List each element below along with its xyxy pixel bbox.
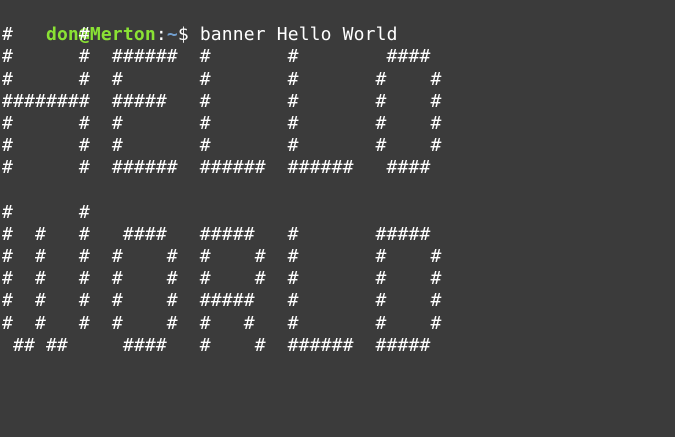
prompt-path: ~	[166, 24, 178, 46]
output-line: # # ###### ###### ###### ####	[2, 157, 431, 179]
command-text: banner Hello World	[199, 24, 398, 46]
output-line: # #	[2, 201, 90, 223]
output-line: # # # # # # #	[2, 135, 442, 157]
output-line: # # # # # # #	[2, 68, 442, 90]
prompt-symbol: $	[177, 24, 200, 46]
output-line: ## ## #### # # ###### #####	[2, 334, 431, 356]
output-line: # # ###### # # ####	[2, 46, 431, 68]
output-line: # # # # # # # # # #	[2, 312, 442, 334]
prompt-line: don@Merton:~$ banner Hello World	[2, 2, 675, 45]
output-line: ######## ##### # # # #	[2, 90, 442, 112]
terminal-window[interactable]: don@Merton:~$ banner Hello World # # # #…	[0, 0, 675, 437]
banner-output: # # # # ###### # # #### # # # # # # # ##…	[2, 24, 675, 357]
output-line: # # # # # # # # # #	[2, 268, 442, 290]
output-line: # # # # # ##### # # #	[2, 290, 442, 312]
prompt-colon: :	[155, 24, 167, 46]
output-line: # # # # # # #	[2, 112, 442, 134]
output-line: # # # # # # # # # #	[2, 246, 442, 268]
output-line: # # # #### ##### # #####	[2, 223, 431, 245]
